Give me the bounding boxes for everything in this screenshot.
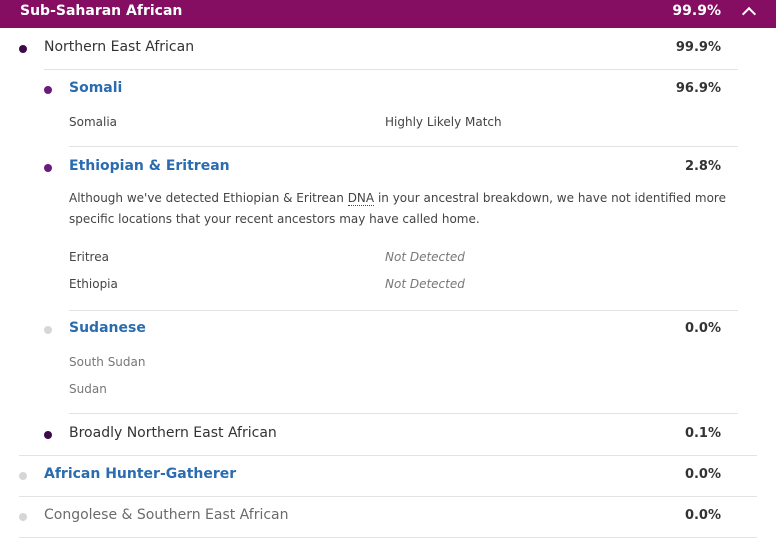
broadly-northern-east-african-percent: 0.1% xyxy=(684,426,721,441)
south-sudan-location: South Sudan xyxy=(69,355,146,369)
description-text: Although we've detected Ethiopian & Erit… xyxy=(69,191,348,205)
bullet-dot-icon xyxy=(19,45,27,53)
divider xyxy=(19,537,757,538)
somali-location: Somalia xyxy=(69,115,118,129)
african-hunter-gatherer-percent: 0.0% xyxy=(684,467,721,482)
divider xyxy=(19,496,757,497)
sub-saharan-african-header[interactable]: Sub-Saharan African 99.9% xyxy=(0,0,776,28)
region-label: Northern East African xyxy=(44,39,195,55)
african-hunter-gatherer-link[interactable]: African Hunter-Gatherer xyxy=(44,466,236,482)
divider xyxy=(69,310,738,311)
divider xyxy=(69,146,738,147)
sudanese-link[interactable]: Sudanese xyxy=(69,320,146,336)
divider xyxy=(69,413,738,414)
bullet-dot-icon xyxy=(19,472,27,480)
header-percent: 99.9% xyxy=(672,3,721,19)
congolese-southern-east-african-label: Congolese & Southern East African xyxy=(44,507,289,523)
ethiopian-eritrean-description: Although we've detected Ethiopian & Erit… xyxy=(69,188,749,230)
sudan-location: Sudan xyxy=(69,382,107,396)
ethiopian-eritrean-percent: 2.8% xyxy=(684,159,721,174)
congolese-southern-east-african-percent: 0.0% xyxy=(684,508,721,523)
bullet-dot-icon xyxy=(19,513,27,521)
divider xyxy=(44,69,738,70)
somali-match: Highly Likely Match xyxy=(385,115,502,129)
bullet-dot-icon xyxy=(44,86,52,94)
bullet-dot-icon xyxy=(44,164,52,172)
eritrea-location: Eritrea xyxy=(69,250,109,264)
header-title: Sub-Saharan African xyxy=(20,3,183,19)
sudanese-percent: 0.0% xyxy=(684,321,721,336)
ethiopian-eritrean-link[interactable]: Ethiopian & Eritrean xyxy=(69,158,230,174)
bullet-dot-icon xyxy=(44,431,52,439)
eritrea-status: Not Detected xyxy=(385,250,465,264)
ethiopia-location: Ethiopia xyxy=(69,277,118,291)
ethiopia-status: Not Detected xyxy=(385,277,465,291)
chevron-up-icon[interactable] xyxy=(741,6,757,22)
divider xyxy=(19,455,757,456)
bullet-dot-icon xyxy=(44,326,52,334)
somali-percent: 96.9% xyxy=(675,81,721,96)
region-percent: 99.9% xyxy=(675,40,721,55)
dna-tooltip-term[interactable]: DNA xyxy=(347,191,375,206)
broadly-northern-east-african-label: Broadly Northern East African xyxy=(69,425,277,441)
somali-link[interactable]: Somali xyxy=(69,80,122,96)
